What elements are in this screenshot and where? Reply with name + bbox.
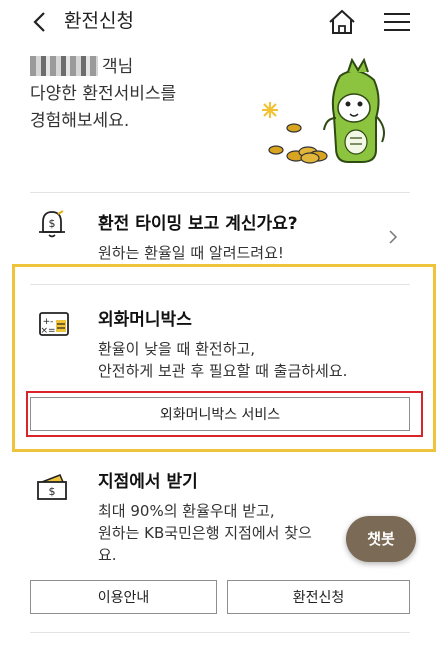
usage-guide-button[interactable]: 이용안내	[30, 580, 217, 614]
rate-alert-title: 환전 타이밍 보고 계신가요?	[98, 214, 298, 234]
chevron-right-icon	[389, 230, 398, 244]
masked-customer-name	[30, 56, 98, 76]
sparkle-icon	[262, 102, 278, 118]
mascot-illustration	[262, 58, 385, 164]
back-icon[interactable]	[30, 10, 52, 34]
coins-icon	[268, 123, 328, 164]
home-icon[interactable]	[328, 9, 356, 35]
cash-envelope-icon: $	[37, 474, 67, 500]
calculator-money-icon: +- ×=	[39, 312, 69, 336]
moneybox-desc-line1: 환율이 낮을 때 환전하고,	[98, 340, 256, 358]
divider	[30, 192, 410, 193]
branch-desc-line3: 요.	[98, 546, 117, 564]
greeting-name-suffix: 객님	[102, 57, 134, 77]
chatbot-button[interactable]: 챗봇	[346, 516, 416, 562]
greeting-line-3: 경험해보세요.	[30, 111, 130, 131]
svg-text:$: $	[49, 485, 56, 498]
svg-text:$: $	[49, 217, 56, 230]
divider	[30, 632, 410, 633]
branch-desc-line1: 최대 90%의 환율우대 받고,	[98, 502, 275, 520]
hamburger-menu-icon[interactable]	[384, 12, 410, 32]
app-header: 환전신청	[0, 0, 448, 44]
branch-title: 지점에서 받기	[98, 472, 198, 492]
branch-desc-line2: 원하는 KB국민은행 지점에서 찾으	[98, 524, 312, 542]
moneybox-service-button[interactable]: 외화머니박스 서비스	[30, 397, 410, 431]
rate-alert-row[interactable]: $ 환전 타이밍 보고 계신가요? 원하는 환율일 때 알려드려요!	[0, 196, 448, 262]
bell-dollar-icon: $	[39, 210, 65, 238]
greeting-line-2: 다양한 환전서비스를	[30, 84, 177, 104]
svg-text:×=: ×=	[40, 326, 55, 336]
page-title: 환전신청	[64, 10, 134, 32]
greeting-line-1: 객님	[30, 54, 176, 81]
exchange-apply-button[interactable]: 환전신청	[227, 580, 410, 614]
moneybox-desc-line2: 안전하게 보관 후 필요할 때 출금하세요.	[98, 362, 348, 380]
greeting-text: 객님 다양한 환전서비스를 경험해보세요.	[30, 54, 176, 135]
divider	[30, 284, 410, 285]
moneybox-title: 외화머니박스	[98, 310, 192, 330]
rate-alert-desc: 원하는 환율일 때 알려드려요!	[98, 244, 284, 262]
